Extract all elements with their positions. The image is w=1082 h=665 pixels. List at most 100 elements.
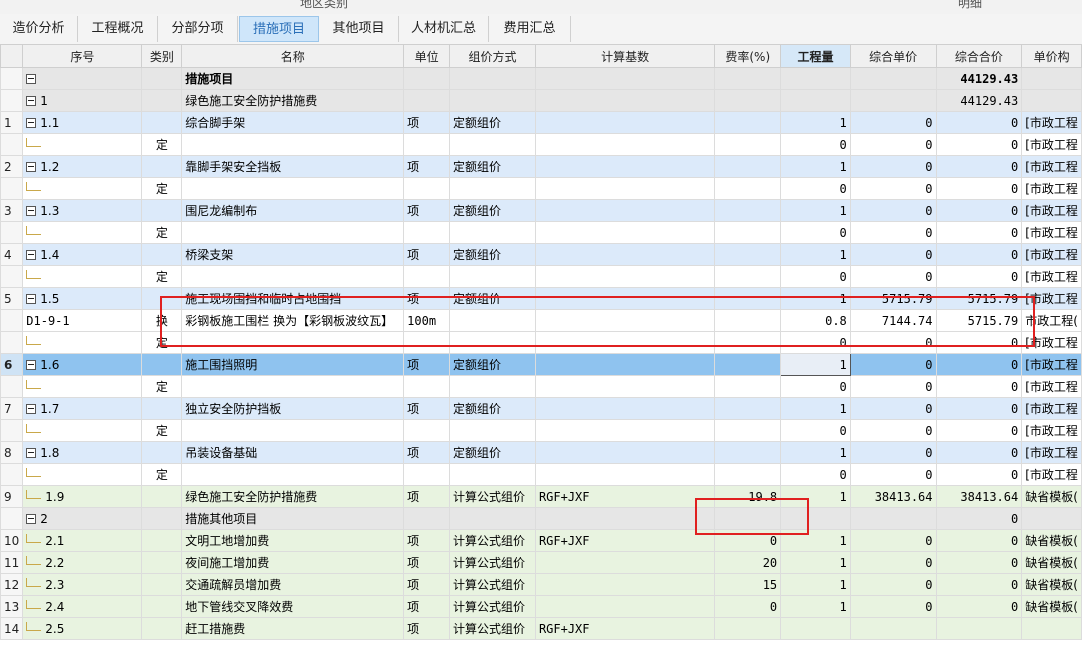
table-row[interactable]: 定 0 0 0 [市政工程: [0, 265, 1082, 288]
rate-cell[interactable]: [714, 221, 782, 244]
base-cell[interactable]: [534, 419, 716, 442]
template-cell[interactable]: [市政工程: [1021, 111, 1082, 134]
total-cell[interactable]: 0: [935, 375, 1023, 398]
category-cell[interactable]: 定: [141, 265, 183, 288]
method-cell[interactable]: 计算公式组价: [449, 529, 536, 552]
collapse-icon[interactable]: [26, 448, 37, 458]
category-cell[interactable]: [141, 155, 183, 178]
method-cell[interactable]: [449, 133, 536, 156]
name-cell[interactable]: [181, 265, 405, 288]
method-cell[interactable]: [449, 463, 536, 486]
quantity-cell[interactable]: 1: [780, 441, 851, 464]
unit-cell[interactable]: 项: [403, 595, 451, 618]
total-cell[interactable]: 0: [935, 133, 1023, 156]
unit-cell[interactable]: 项: [403, 397, 451, 420]
rate-cell[interactable]: [714, 133, 782, 156]
base-cell[interactable]: RGF+JXF: [534, 529, 716, 552]
total-cell[interactable]: 5715.79: [935, 287, 1023, 310]
unit-price-cell[interactable]: 0: [849, 199, 937, 222]
tab-measures[interactable]: 措施项目: [239, 16, 319, 42]
category-cell[interactable]: [141, 573, 183, 596]
name-cell[interactable]: 赶工措施费: [181, 617, 405, 640]
method-cell[interactable]: 计算公式组价: [449, 485, 536, 508]
template-cell[interactable]: [市政工程: [1021, 133, 1082, 156]
col-header-price-template[interactable]: 单价构: [1021, 44, 1082, 68]
table-row[interactable]: 定 0 0 0 [市政工程: [0, 221, 1082, 244]
category-cell[interactable]: [141, 551, 183, 574]
table-row[interactable]: 12 2.3 交通疏解员增加费 项 计算公式组价 15 1 0 0 缺省模板(: [0, 573, 1082, 596]
base-cell[interactable]: [534, 89, 716, 112]
name-cell[interactable]: 综合脚手架: [181, 111, 405, 134]
rate-cell[interactable]: 0: [714, 595, 782, 618]
unit-cell[interactable]: 项: [403, 353, 451, 376]
base-cell[interactable]: [534, 551, 716, 574]
template-cell[interactable]: [市政工程: [1021, 287, 1082, 310]
template-cell[interactable]: [1021, 89, 1082, 112]
total-cell[interactable]: 0: [935, 199, 1023, 222]
rate-cell[interactable]: [714, 155, 782, 178]
base-cell[interactable]: [534, 595, 716, 618]
base-cell[interactable]: [534, 265, 716, 288]
name-cell[interactable]: [181, 177, 405, 200]
base-cell[interactable]: [534, 397, 716, 420]
template-cell[interactable]: 缺省模板(: [1021, 529, 1082, 552]
rate-cell[interactable]: 20: [714, 551, 782, 574]
rate-cell[interactable]: [714, 507, 782, 530]
unit-price-cell[interactable]: [849, 89, 937, 112]
unit-cell[interactable]: [403, 419, 451, 442]
quantity-cell[interactable]: [780, 67, 851, 90]
template-cell[interactable]: [市政工程: [1021, 375, 1082, 398]
total-cell[interactable]: 0: [935, 595, 1023, 618]
quantity-cell[interactable]: [780, 89, 851, 112]
method-cell[interactable]: 定额组价: [449, 287, 536, 310]
rate-cell[interactable]: [714, 441, 782, 464]
rate-cell[interactable]: [714, 617, 782, 640]
total-cell[interactable]: 0: [935, 177, 1023, 200]
unit-cell[interactable]: 项: [403, 287, 451, 310]
unit-price-cell[interactable]: 0: [849, 133, 937, 156]
total-cell[interactable]: 0: [935, 331, 1023, 354]
base-cell[interactable]: [534, 221, 716, 244]
tab-cost-analysis[interactable]: 造价分析: [0, 16, 78, 42]
unit-price-cell[interactable]: 0: [849, 331, 937, 354]
collapse-icon[interactable]: [26, 404, 37, 414]
base-cell[interactable]: [534, 133, 716, 156]
tab-labor-material[interactable]: 人材机汇总: [399, 16, 489, 42]
unit-price-cell[interactable]: 0: [849, 375, 937, 398]
rate-cell[interactable]: [714, 331, 782, 354]
name-cell[interactable]: [181, 331, 405, 354]
rate-cell[interactable]: [714, 353, 782, 376]
name-cell[interactable]: 吊装设备基础: [181, 441, 405, 464]
unit-price-cell[interactable]: [849, 507, 937, 530]
base-cell[interactable]: [534, 111, 716, 134]
method-cell[interactable]: 计算公式组价: [449, 551, 536, 574]
name-cell[interactable]: 彩钢板施工围栏 换为【彩钢板波纹瓦】: [181, 309, 405, 332]
category-cell[interactable]: 定: [141, 177, 183, 200]
col-header-total-price[interactable]: 综合合价: [935, 44, 1023, 68]
template-cell[interactable]: 缺省模板(: [1021, 595, 1082, 618]
tab-project-overview[interactable]: 工程概况: [78, 16, 158, 42]
base-cell[interactable]: [534, 177, 716, 200]
quantity-cell[interactable]: 1: [780, 397, 851, 420]
unit-price-cell[interactable]: 0: [849, 573, 937, 596]
col-header-unit[interactable]: 单位: [403, 44, 451, 68]
method-cell[interactable]: [449, 309, 536, 332]
unit-price-cell[interactable]: 0: [849, 243, 937, 266]
collapse-icon[interactable]: [26, 514, 37, 524]
total-cell[interactable]: 0: [935, 441, 1023, 464]
quantity-cell[interactable]: [780, 617, 851, 640]
name-cell[interactable]: 围尼龙编制布: [181, 199, 405, 222]
total-cell[interactable]: 44129.43: [935, 67, 1023, 90]
method-cell[interactable]: 定额组价: [449, 111, 536, 134]
table-row[interactable]: 9 1.9 绿色施工安全防护措施费 项 计算公式组价 RGF+JXF 19.8 …: [0, 485, 1082, 508]
template-cell[interactable]: [市政工程: [1021, 221, 1082, 244]
rate-cell[interactable]: [714, 111, 782, 134]
template-cell[interactable]: [市政工程: [1021, 265, 1082, 288]
name-cell[interactable]: 夜间施工增加费: [181, 551, 405, 574]
collapse-icon[interactable]: [26, 96, 37, 106]
rate-cell[interactable]: 15: [714, 573, 782, 596]
tab-sub-items[interactable]: 分部分项: [158, 16, 238, 42]
template-cell[interactable]: 缺省模板(: [1021, 573, 1082, 596]
template-cell[interactable]: [市政工程: [1021, 441, 1082, 464]
rate-cell[interactable]: [714, 177, 782, 200]
